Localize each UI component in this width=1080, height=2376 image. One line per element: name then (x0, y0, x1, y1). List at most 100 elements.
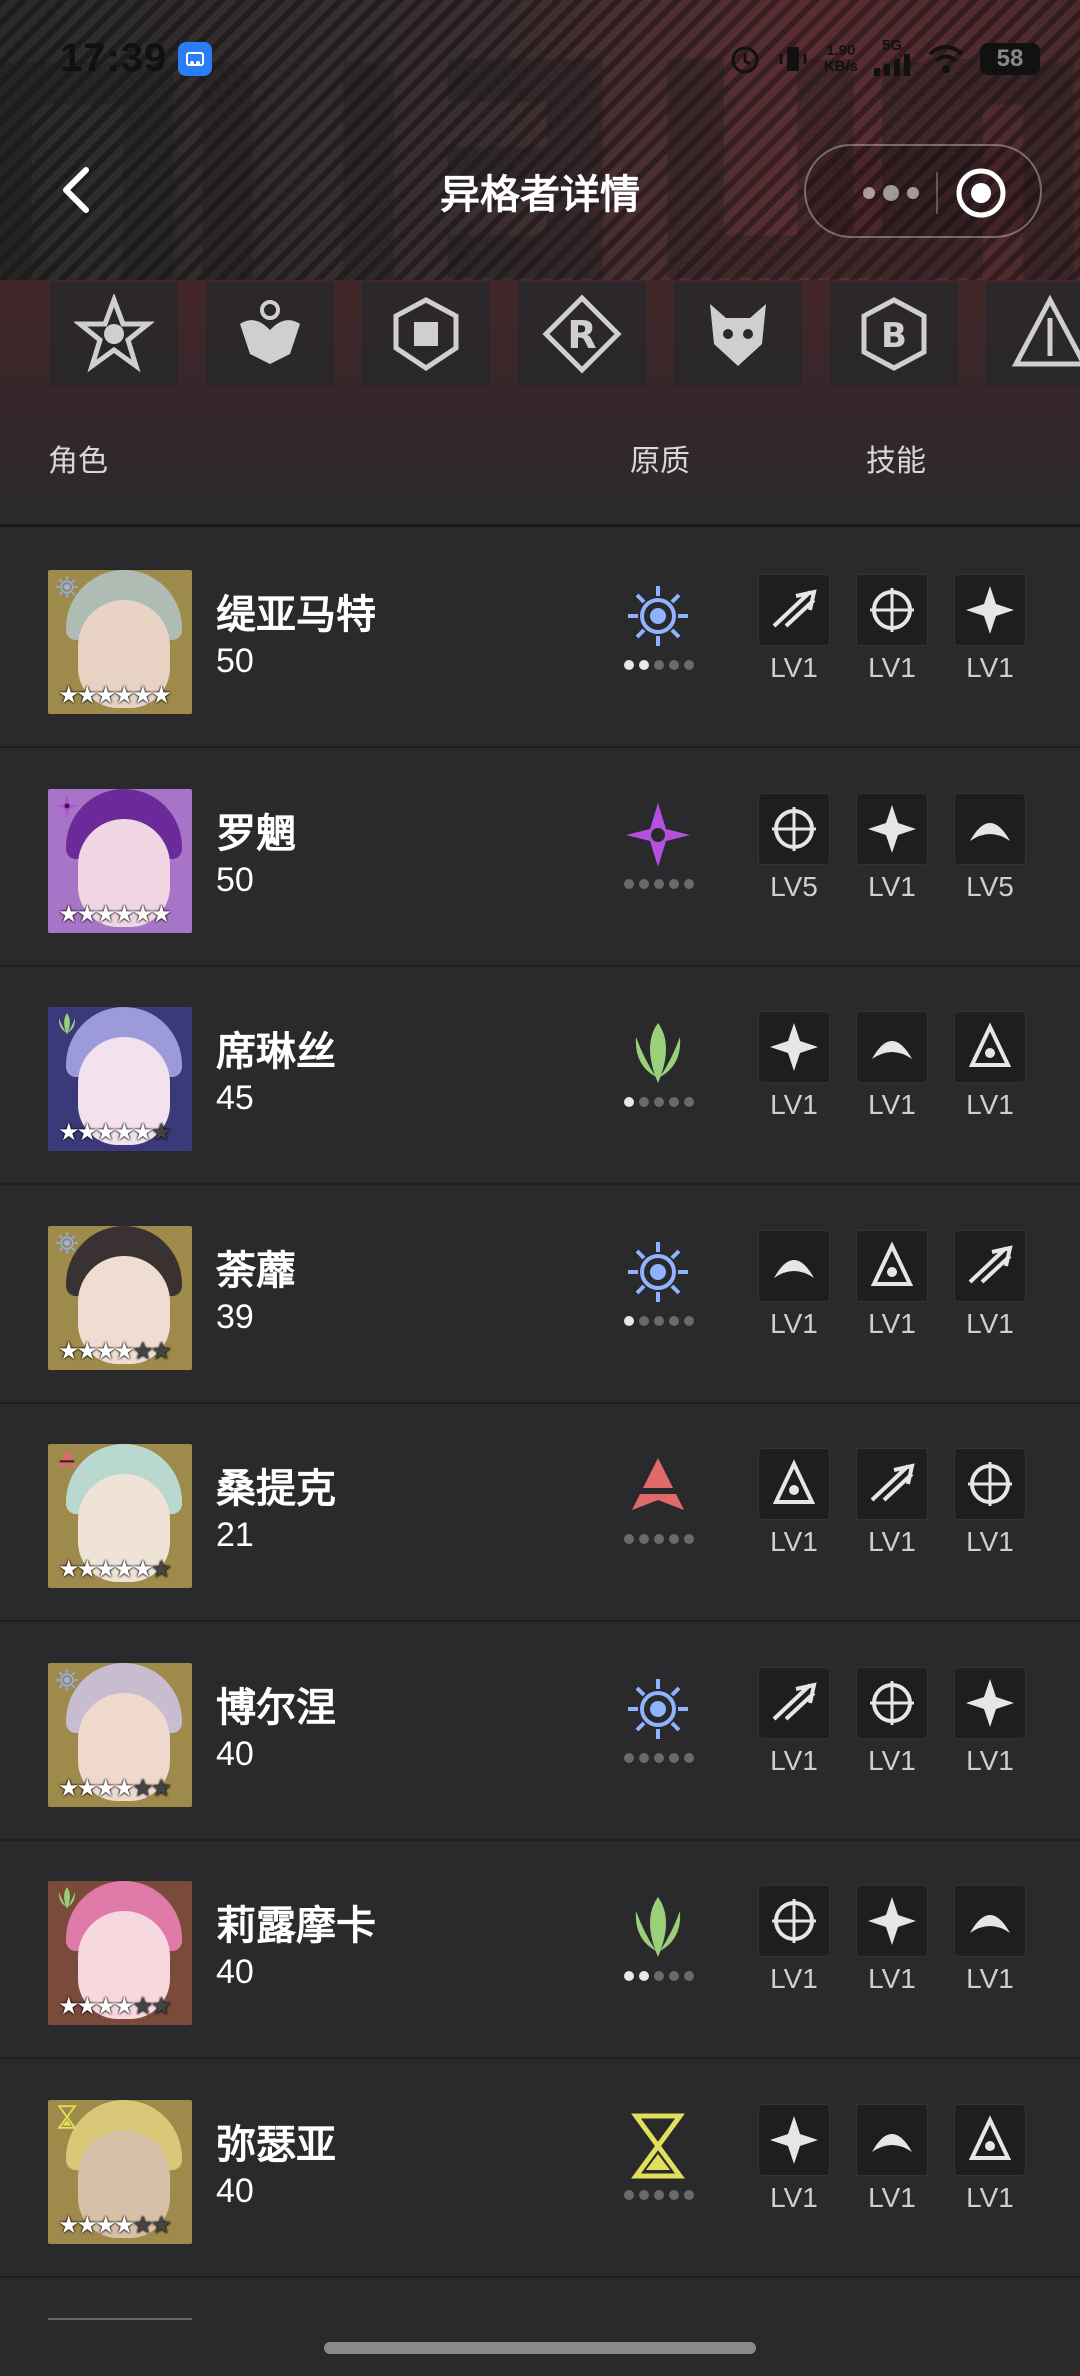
rank-dot (624, 1534, 634, 1544)
character-level: 45 (216, 1079, 254, 1117)
column-header-attribute: 原质 (630, 445, 690, 478)
character-avatar[interactable]: ★★★★★★ (48, 1007, 192, 1151)
header-divider (0, 524, 1080, 527)
skill-slot[interactable]: LV1 (756, 1448, 832, 1558)
character-row[interactable]: ★★★★★★ 缇亚马特 50 LV1 LV1 LV1 (0, 530, 1080, 748)
skill-level: LV1 (770, 652, 818, 683)
character-avatar[interactable]: ★★★★★★ (48, 2099, 192, 2244)
rank-dot (639, 2189, 649, 2200)
skill-slot[interactable]: LV1 (756, 2103, 832, 2214)
status-time: 17:39 (60, 36, 168, 80)
skill-slot[interactable]: LV1 (756, 574, 832, 684)
skill-level: LV1 (868, 870, 916, 902)
skill-slot[interactable]: LV1 (952, 1666, 1028, 1777)
faction-beast-head-icon (710, 304, 766, 366)
character-name: 荼蘼 (216, 1248, 296, 1293)
character-row[interactable]: ★★★★★★ 弥瑟亚 40 LV1 LV1 LV1 (0, 2060, 1080, 2278)
character-row[interactable]: ★★★★★★ 博尔涅 40 LV1 LV1 LV1 (0, 1623, 1080, 1841)
filter-faction-4[interactable]: R (518, 282, 646, 386)
rank-dot (624, 660, 634, 670)
character-row[interactable]: ★★★★★★ 桑提克 21 LV1 LV1 LV1 (0, 1404, 1080, 1622)
rank-dot (639, 1752, 649, 1763)
skill-slot[interactable]: LV1 (952, 1885, 1028, 1995)
avatar-class-icon (56, 1231, 78, 1254)
rank-dot (669, 1971, 679, 1981)
skill-slot[interactable]: LV1 (756, 1011, 832, 1121)
filter-faction-2[interactable] (206, 282, 334, 386)
skill-slot[interactable]: LV1 (854, 574, 930, 684)
capsule-divider (936, 172, 938, 214)
filter-faction-3[interactable] (362, 282, 490, 386)
filter-faction-7[interactable] (986, 282, 1080, 386)
skill-slot[interactable]: LV1 (854, 1666, 930, 1777)
skill-icon (758, 2103, 830, 2176)
faction-filter-row: R B (0, 282, 1080, 388)
skill-icon (758, 1229, 830, 1302)
character-avatar[interactable]: ★★★★★★ (48, 570, 192, 714)
rank-dots (624, 1534, 694, 1544)
skill-slot[interactable]: LV1 (854, 1448, 930, 1558)
skill-slot[interactable]: LV1 (952, 1011, 1028, 1121)
skill-level: LV1 (868, 1307, 916, 1339)
skill-slot[interactable]: LV1 (952, 1229, 1028, 1340)
home-indicator[interactable] (324, 2342, 756, 2354)
skill-icon (954, 792, 1026, 865)
net-speed: 1.90 KB/s (823, 42, 858, 75)
skill-slot[interactable]: LV1 (854, 792, 930, 903)
character-avatar[interactable]: ★★★★★★ (48, 1881, 192, 2025)
skill-slot[interactable]: LV1 (756, 1666, 832, 1777)
vibrate-icon (779, 47, 807, 71)
skill-slot[interactable]: LV1 (952, 2103, 1028, 2214)
skill-slot[interactable]: LV1 (854, 1885, 930, 1995)
character-name: 莉露摩卡 (216, 1904, 376, 1948)
character-name: 缇亚马特 (216, 593, 376, 637)
network-type: 5G (872, 38, 912, 80)
character-name: 罗魍 (216, 811, 296, 856)
rank-dot (639, 660, 649, 670)
skill-icon (758, 792, 830, 865)
skill-level: LV1 (966, 1089, 1014, 1120)
rank-dot (684, 1752, 694, 1763)
rank-dot (684, 1097, 694, 1107)
character-row[interactable]: ★★★★★★ 席琳丝 45 LV1 LV1 LV1 (0, 967, 1080, 1185)
faction-shield-gear-icon (393, 297, 459, 372)
skill-slot[interactable]: LV1 (756, 1885, 832, 1995)
character-name: 桑提克 (216, 1467, 336, 1511)
character-avatar[interactable]: ★★★★★★ (48, 1444, 192, 1588)
skill-slot[interactable]: LV5 (756, 792, 832, 903)
rank-dot (654, 1315, 664, 1326)
character-avatar[interactable]: ★★★★★★ (48, 788, 192, 933)
skill-level: LV1 (770, 2181, 818, 2213)
skill-slot[interactable]: LV1 (854, 1011, 930, 1121)
rank-dot (624, 1752, 634, 1763)
skill-slot[interactable]: LV1 (952, 574, 1028, 684)
rank-dot (684, 1315, 694, 1326)
filter-faction-5[interactable] (674, 282, 802, 386)
character-avatar[interactable]: ★★★★★★ (48, 1225, 192, 1370)
rank-dots (624, 1971, 694, 1981)
status-bar: 17:39 1.90 KB/s 5G 58 (0, 0, 1080, 120)
skill-icon (758, 1448, 830, 1520)
skill-icon (856, 2103, 928, 2176)
faction-triangle-icon (1011, 294, 1080, 367)
rank-dot (624, 1097, 634, 1107)
skill-level: LV1 (868, 1963, 916, 1994)
rank-dot (669, 2189, 679, 2200)
skill-slot[interactable]: LV1 (854, 2103, 930, 2214)
target-circle-icon[interactable] (954, 166, 1008, 220)
character-row[interactable]: ★★★★★★ 莉露摩卡 40 LV1 LV1 LV1 (0, 1841, 1080, 2059)
more-dots-icon[interactable] (856, 180, 926, 206)
skill-slot[interactable]: LV1 (756, 1229, 832, 1340)
filter-faction-6[interactable]: B (830, 282, 958, 386)
rank-dot (669, 660, 679, 670)
avatar-class-icon (58, 1887, 76, 1909)
character-name: 弥瑟亚 (216, 2122, 336, 2167)
character-avatar[interactable]: ★★★★★★ (48, 1662, 192, 1807)
character-row[interactable]: ★★★★★★ 罗魍 50 LV5 LV1 LV5 (0, 749, 1080, 967)
skill-slot[interactable]: LV1 (854, 1229, 930, 1340)
skill-slot[interactable]: LV5 (952, 792, 1028, 903)
rank-dot (669, 878, 679, 889)
character-row[interactable]: ★★★★★★ 荼蘼 39 LV1 LV1 LV1 (0, 1186, 1080, 1404)
skill-slot[interactable]: LV1 (952, 1448, 1028, 1558)
filter-faction-1[interactable] (50, 282, 178, 386)
